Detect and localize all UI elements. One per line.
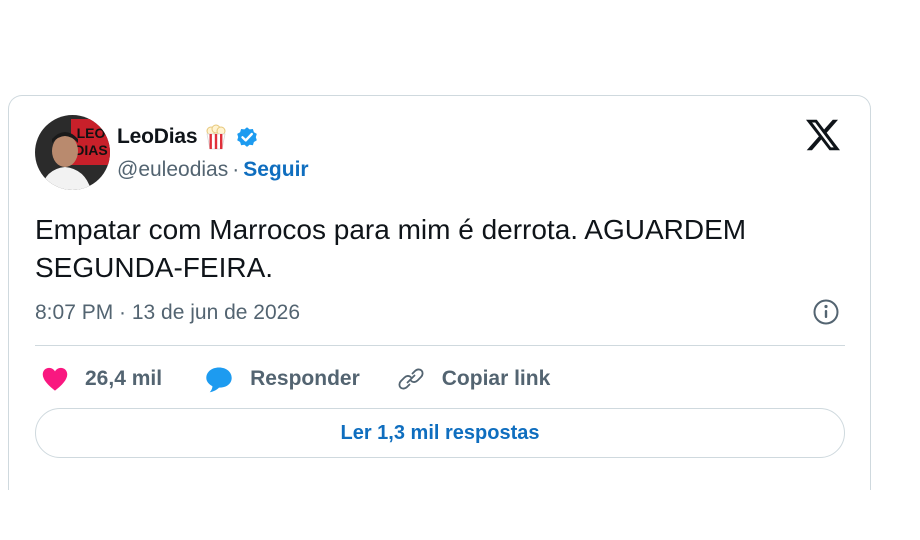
handle-row: @euleodias · Seguir: [117, 158, 309, 182]
tweet-text: Empatar com Marrocos para mim é derrota.…: [35, 214, 747, 283]
verified-badge-icon: [237, 127, 258, 147]
reply-button[interactable]: Responder: [204, 365, 360, 393]
tweet-timestamp[interactable]: 8:07 PM · 13 de jun de 2026: [35, 301, 300, 325]
separator-dot: ·: [232, 158, 240, 181]
svg-text:LEO: LEO: [77, 125, 106, 141]
follow-link[interactable]: Seguir: [243, 158, 308, 182]
tweet-card[interactable]: LEO DIAS LeoDias @euleodias · Seguir Emp…: [8, 95, 871, 490]
copy-link-label: Copiar link: [441, 367, 551, 390]
reply-label: Responder: [250, 367, 360, 390]
copy-link-button[interactable]: Copiar link: [396, 365, 551, 393]
read-replies-button[interactable]: Ler 1,3 mil respostas: [35, 408, 845, 458]
avatar[interactable]: LEO DIAS: [35, 115, 110, 190]
like-button[interactable]: 26,4 mil: [41, 366, 162, 392]
x-logo-icon[interactable]: [806, 118, 840, 152]
author-handle[interactable]: @euleodias: [117, 158, 228, 182]
popcorn-icon: [206, 124, 226, 150]
author-row: LeoDias: [117, 123, 259, 151]
action-bar: 26,4 mil Responder Copiar link: [35, 362, 550, 396]
heart-icon: [42, 367, 68, 391]
reply-bubble-icon: [206, 367, 232, 393]
svg-text:DIAS: DIAS: [74, 142, 107, 158]
link-icon: [398, 368, 424, 390]
author-name[interactable]: LeoDias: [117, 125, 197, 149]
divider: [35, 345, 845, 346]
info-icon[interactable]: [812, 298, 840, 326]
like-count: 26,4 mil: [85, 367, 163, 390]
